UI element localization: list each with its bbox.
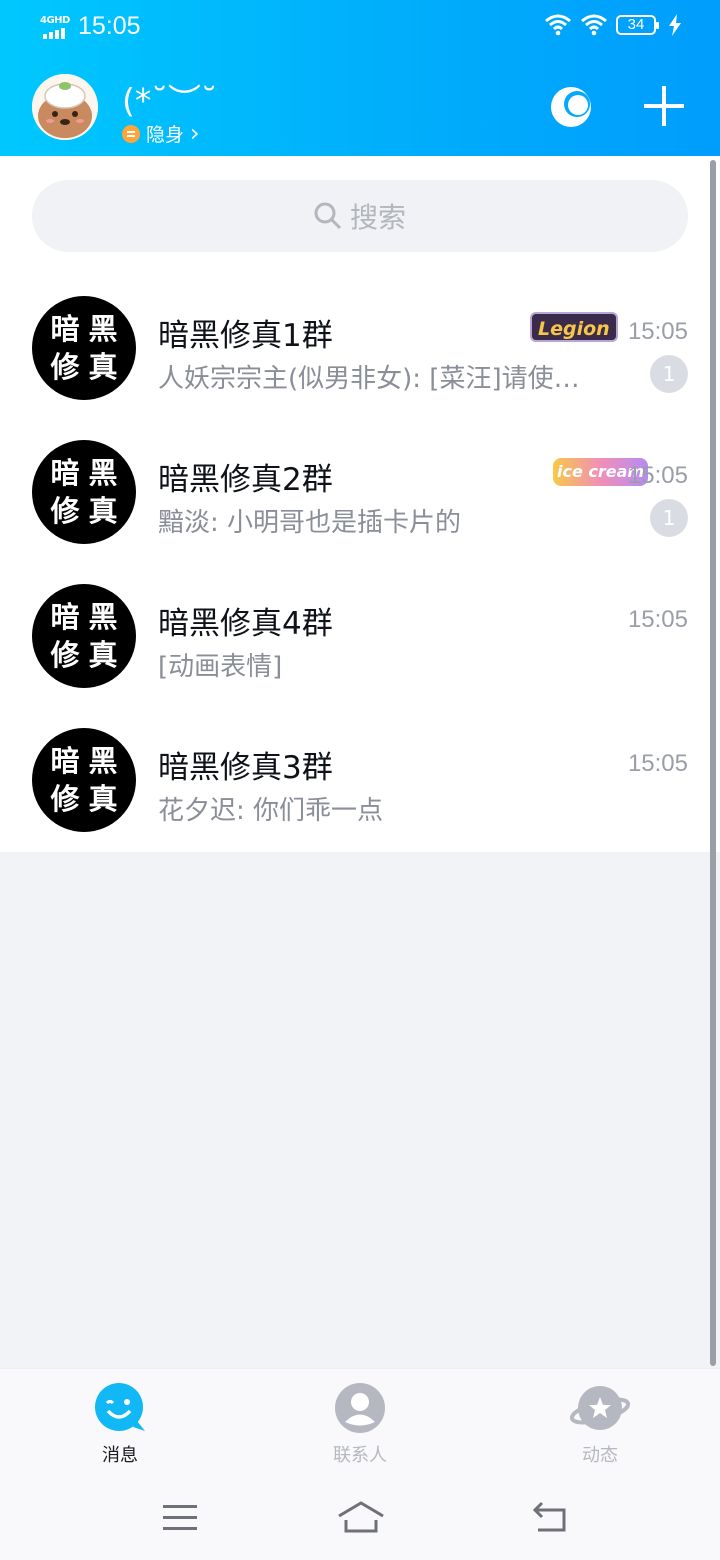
conversation-title: 暗黑修真2群 <box>158 462 333 498</box>
moon-icon[interactable] <box>548 84 594 130</box>
group-avatar: 暗黑修真 <box>32 440 136 544</box>
search-placeholder: 搜索 <box>349 201 406 234</box>
unread-badge: 1 <box>650 499 688 537</box>
conversation-time: 15:05 <box>627 462 688 489</box>
signal-icon: 4GHD <box>40 15 70 40</box>
user-avatar[interactable] <box>32 74 98 140</box>
conversation-item[interactable]: 暗黑修真 暗黑修真4群 15:05 [动画表情] <box>0 564 720 708</box>
chevron-right-icon: › <box>190 119 200 147</box>
chat-icon <box>95 1383 145 1431</box>
planet-icon <box>570 1386 630 1430</box>
tab-moments[interactable]: 动态 <box>540 1381 660 1467</box>
app-header: 4GHD 15:05 34 (*˘︶˘ 隐身 › <box>0 0 720 156</box>
group-avatar: 暗黑修真 <box>32 584 136 688</box>
charging-icon <box>669 14 681 36</box>
status-label: 隐身 <box>146 124 185 146</box>
search-icon <box>314 202 342 230</box>
tab-contacts-label: 联系人 <box>333 1445 387 1466</box>
status-time: 15:05 <box>78 12 141 40</box>
conversation-time: 15:05 <box>627 318 688 345</box>
group-avatar: 暗黑修真 <box>32 728 136 832</box>
conversation-preview: 花夕迟: 你们乖一点 <box>158 796 384 826</box>
conversation-time: 15:05 <box>627 606 688 633</box>
conversation-preview: 黯淡: 小明哥也是插卡片的 <box>158 508 462 538</box>
system-nav-bar <box>0 1478 720 1560</box>
unread-badge: 1 <box>650 355 688 393</box>
conversation-time: 15:05 <box>627 750 688 777</box>
status-bar: 4GHD 15:05 34 <box>0 0 720 56</box>
plus-icon[interactable] <box>642 84 686 128</box>
member-tag: Legion <box>530 312 618 342</box>
tab-messages[interactable]: 消息 <box>60 1381 180 1467</box>
conversation-title: 暗黑修真3群 <box>158 750 333 786</box>
online-status[interactable]: 隐身 › <box>122 120 200 147</box>
tab-messages-label: 消息 <box>102 1445 138 1466</box>
conversation-item[interactable]: 暗黑修真 暗黑修真1群 Legion 15:05 人妖宗宗主(似男非女): [菜… <box>0 276 720 420</box>
battery-icon: 34 <box>616 15 659 35</box>
wifi-icon <box>581 14 607 36</box>
invisible-status-icon <box>122 124 140 143</box>
conversation-preview: [动画表情] <box>158 652 283 682</box>
contacts-icon <box>335 1383 385 1433</box>
group-avatar: 暗黑修真 <box>32 296 136 400</box>
search-bar[interactable]: 搜索 <box>32 180 688 252</box>
conversation-preview: 人妖宗宗主(似男非女): [菜汪]请使… <box>158 364 580 394</box>
bottom-tab-bar: 消息 联系人 动态 <box>0 1368 720 1478</box>
tab-moments-label: 动态 <box>582 1445 618 1466</box>
scrollbar[interactable] <box>710 160 716 1366</box>
home-icon[interactable] <box>336 1500 386 1534</box>
back-icon[interactable] <box>530 1500 570 1534</box>
conversation-item[interactable]: 暗黑修真 暗黑修真2群 ice cream 15:05 黯淡: 小明哥也是插卡片… <box>0 420 720 564</box>
conversation-title: 暗黑修真4群 <box>158 606 333 642</box>
user-nickname[interactable]: (*˘︶˘ <box>122 74 217 122</box>
conversation-item[interactable]: 暗黑修真 暗黑修真3群 15:05 花夕迟: 你们乖一点 <box>0 708 720 852</box>
network-type: 4GHD <box>40 15 70 26</box>
menu-icon[interactable] <box>162 1502 198 1532</box>
conversation-title: 暗黑修真1群 <box>158 318 333 354</box>
tab-contacts[interactable]: 联系人 <box>300 1381 420 1467</box>
wifi-icon <box>545 14 571 36</box>
